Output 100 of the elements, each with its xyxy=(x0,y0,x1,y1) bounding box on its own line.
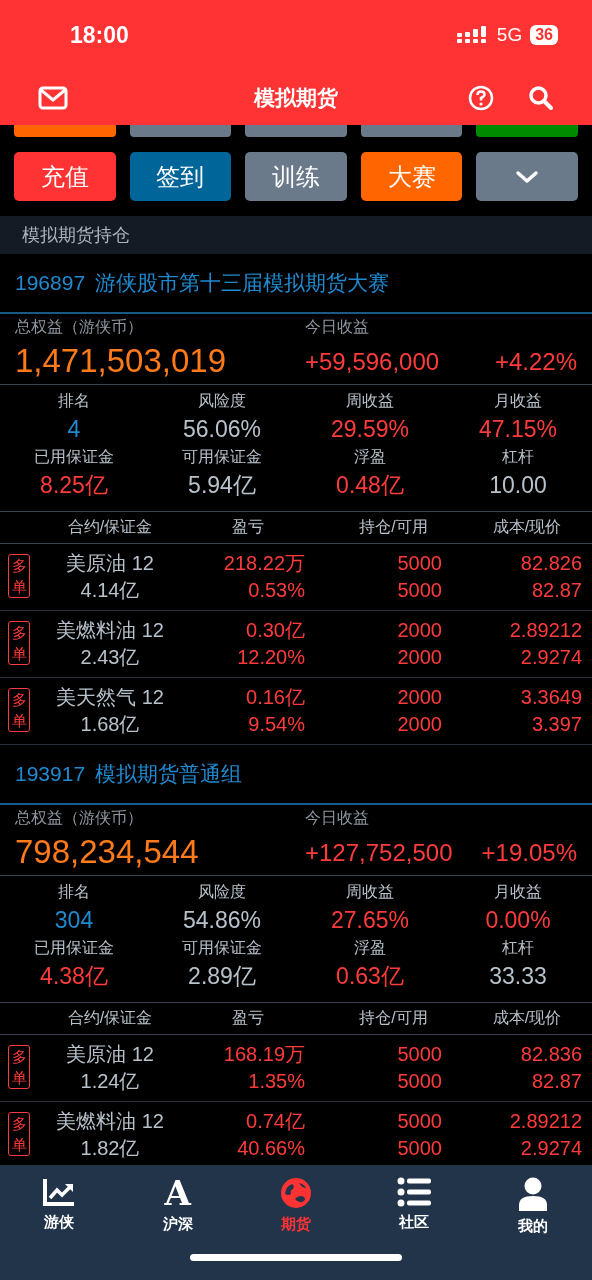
position-side-tag: 多单 xyxy=(8,1112,30,1156)
globe-icon xyxy=(280,1177,312,1209)
battery-level: 36 xyxy=(530,25,558,45)
action-button[interactable]: 签到 xyxy=(129,152,232,201)
today-percent: +4.22% xyxy=(494,348,577,376)
stat-label: 风险度 xyxy=(198,882,246,902)
today-change: +127,752,500 xyxy=(305,839,453,867)
tab-item[interactable]: 游侠 xyxy=(0,1177,119,1236)
pnl-percent: 1.35% xyxy=(248,1069,305,1094)
today-label: 今日收益 xyxy=(305,317,370,337)
stat-value: 304 xyxy=(54,906,94,935)
stat-value: 56.06% xyxy=(183,415,261,444)
equity-value: 1,471,503,019 xyxy=(15,342,228,380)
stat-label: 排名 xyxy=(58,882,90,902)
pnl-percent: 40.66% xyxy=(237,1136,305,1161)
stat-label: 已用保证金 xyxy=(34,447,114,467)
margin-value: 1.82亿 xyxy=(80,1136,140,1161)
column-header: 合约/保证金 xyxy=(66,1008,154,1028)
stat-value: 8.25亿 xyxy=(40,471,108,500)
current-price: 3.397 xyxy=(531,712,582,737)
available-value: 2000 xyxy=(397,712,442,737)
stat-label: 排名 xyxy=(58,391,90,411)
cost-price: 2.89212 xyxy=(509,618,582,643)
column-header: 持仓/可用 xyxy=(358,1008,429,1028)
holding-value: 2000 xyxy=(397,618,442,643)
list-icon xyxy=(397,1177,432,1207)
stat-label: 可用保证金 xyxy=(182,938,262,958)
stat-value: 4 xyxy=(67,415,81,444)
cost-price: 3.3649 xyxy=(520,685,582,710)
equity-label: 总权益（游侠币） xyxy=(15,808,144,828)
contest-name[interactable]: 模拟期货普通组 xyxy=(95,760,243,788)
position-side-tag: 多单 xyxy=(8,1045,30,1089)
margin-value: 2.43亿 xyxy=(80,645,140,670)
network-label: 5G xyxy=(496,24,523,46)
stat-value: 10.00 xyxy=(489,471,547,500)
today-percent: +19.05% xyxy=(481,839,577,867)
today-change: +59,596,000 xyxy=(305,348,440,376)
action-button[interactable]: 大赛 xyxy=(360,152,463,201)
stat-value: 54.86% xyxy=(183,906,261,935)
page-title: 模拟期货 xyxy=(254,84,338,111)
stat-value: 0.00% xyxy=(485,906,551,935)
stat-label: 杠杆 xyxy=(502,447,534,467)
contract-name: 美燃料油 12 xyxy=(56,1109,164,1134)
stat-label: 浮盈 xyxy=(354,938,386,958)
holding-value: 5000 xyxy=(397,551,442,576)
line-chart-icon xyxy=(42,1177,77,1207)
holding-value: 5000 xyxy=(397,1109,442,1134)
action-button[interactable]: 充值 xyxy=(14,152,116,201)
stat-value: 5.94亿 xyxy=(188,471,256,500)
column-header: 盈亏 xyxy=(230,1008,265,1028)
action-button[interactable] xyxy=(360,125,463,137)
help-icon[interactable] xyxy=(468,84,494,111)
tab-item[interactable]: A 沪深 xyxy=(118,1177,237,1236)
stat-label: 杠杆 xyxy=(502,938,534,958)
mail-icon[interactable] xyxy=(38,85,68,110)
stat-label: 周收益 xyxy=(346,882,394,902)
stat-label: 浮盈 xyxy=(354,447,386,467)
column-header: 盈亏 xyxy=(230,517,265,537)
position-side-tag: 多单 xyxy=(8,554,30,598)
stat-value: 2.89亿 xyxy=(188,962,256,991)
user-icon xyxy=(517,1177,548,1211)
pnl-percent: 9.54% xyxy=(248,712,305,737)
stat-label: 风险度 xyxy=(198,391,246,411)
contract-name: 美原油 12 xyxy=(66,551,154,576)
stat-value: 0.63亿 xyxy=(336,962,404,991)
contest-name[interactable]: 游侠股市第十三届模拟期货大赛 xyxy=(95,269,390,297)
column-header: 合约/保证金 xyxy=(66,517,154,537)
stat-label: 月收益 xyxy=(494,882,542,902)
pnl-percent: 12.20% xyxy=(237,645,305,670)
action-button[interactable]: 训练 xyxy=(245,152,347,201)
cost-price: 82.836 xyxy=(520,1042,582,1067)
letter-a-icon: A xyxy=(164,1177,191,1209)
column-header: 成本/现价 xyxy=(491,517,563,537)
available-value: 5000 xyxy=(397,578,442,603)
equity-label: 总权益（游侠币） xyxy=(15,317,144,337)
stat-value: 4.38亿 xyxy=(40,962,108,991)
signal-icon xyxy=(456,26,489,44)
today-label: 今日收益 xyxy=(305,808,370,828)
action-button[interactable] xyxy=(129,125,232,137)
search-icon[interactable] xyxy=(528,84,554,111)
stat-label: 周收益 xyxy=(346,391,394,411)
stat-label: 月收益 xyxy=(494,391,542,411)
pnl-percent: 0.53% xyxy=(248,578,305,603)
contract-name: 美天然气 12 xyxy=(56,685,164,710)
pnl-value: 0.30亿 xyxy=(246,618,305,643)
column-header: 成本/现价 xyxy=(491,1008,563,1028)
contract-name: 美燃料油 12 xyxy=(56,618,164,643)
section-title: 模拟期货持仓 xyxy=(22,224,130,247)
equity-value: 798,234,544 xyxy=(15,833,200,871)
holding-value: 5000 xyxy=(397,1042,442,1067)
column-header: 持仓/可用 xyxy=(358,517,429,537)
tab-item[interactable]: 我的 xyxy=(473,1177,592,1236)
tab-item[interactable]: 期货 xyxy=(236,1177,356,1236)
current-price: 2.9274 xyxy=(520,1136,582,1161)
stat-value: 33.33 xyxy=(489,962,547,991)
stat-value: 29.59% xyxy=(331,415,409,444)
current-price: 82.87 xyxy=(531,1069,582,1094)
stat-label: 可用保证金 xyxy=(182,447,262,467)
tab-item[interactable]: 社区 xyxy=(355,1177,474,1236)
margin-value: 1.24亿 xyxy=(80,1069,140,1094)
